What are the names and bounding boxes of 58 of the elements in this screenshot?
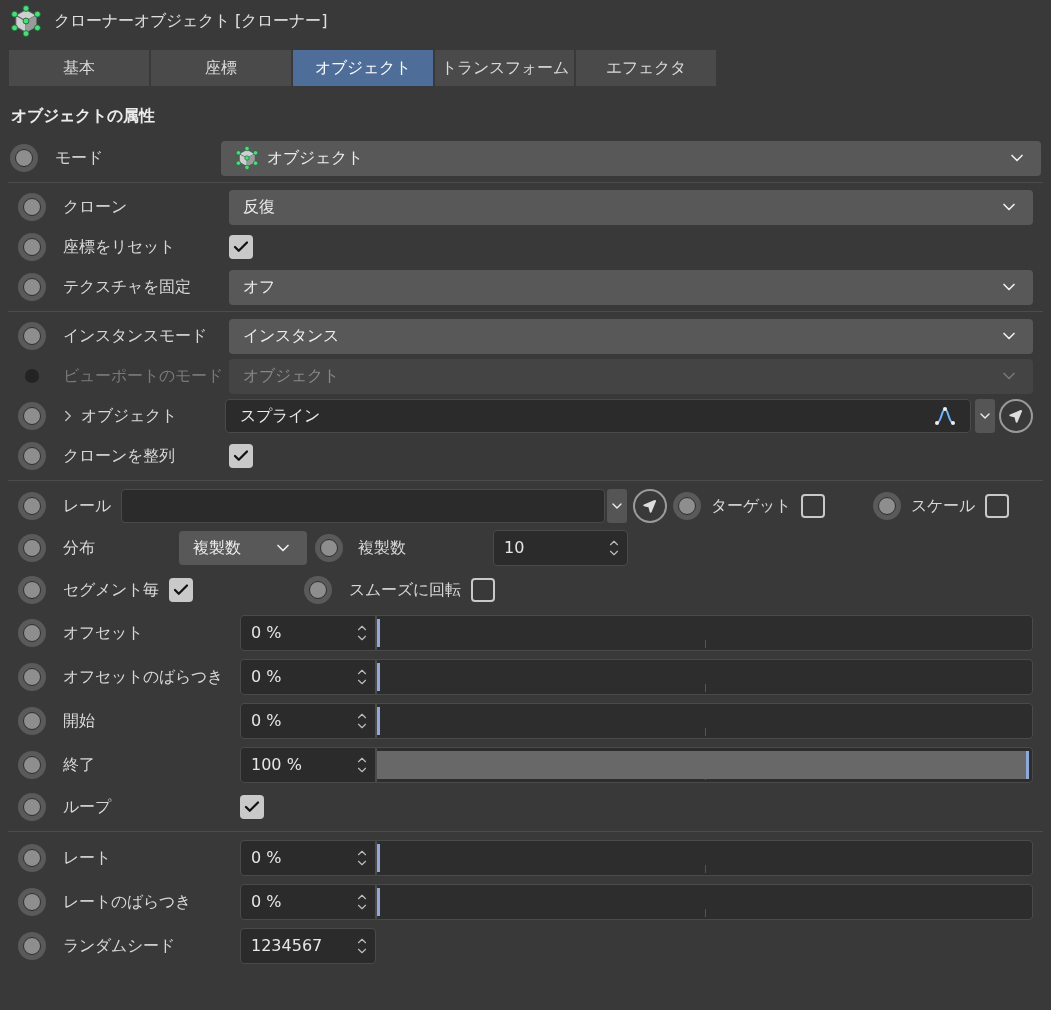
number-field[interactable]: 0 % bbox=[240, 703, 376, 739]
dropdown[interactable]: オフ bbox=[229, 269, 1033, 305]
field-label: オフセットのばらつき bbox=[63, 666, 224, 688]
field-label: オフセット bbox=[63, 622, 144, 644]
tab[interactable]: オブジェクト bbox=[293, 50, 433, 86]
field-label: レートのばらつき bbox=[63, 891, 192, 913]
window-title: クローナーオブジェクト [クローナー] bbox=[54, 10, 328, 32]
field-label: 座標をリセット bbox=[63, 236, 176, 258]
dropdown-caret-button[interactable] bbox=[607, 489, 627, 523]
number-field[interactable]: 0 % bbox=[240, 659, 376, 695]
cloner-cube-icon bbox=[10, 5, 42, 37]
field-label: モード bbox=[55, 147, 104, 169]
field-label: スケール bbox=[911, 495, 975, 517]
field-label: 開始 bbox=[63, 710, 96, 732]
number-field[interactable]: 10 bbox=[493, 530, 628, 566]
field-label: ループ bbox=[63, 796, 113, 818]
cloner-cube-icon bbox=[235, 146, 259, 170]
dropdown[interactable]: インスタンス bbox=[229, 318, 1033, 354]
field-label: 分布 bbox=[63, 537, 96, 559]
object-link-field[interactable] bbox=[121, 489, 605, 523]
checkbox[interactable] bbox=[985, 494, 1009, 518]
field-label: クローンを整列 bbox=[63, 445, 176, 467]
pick-pointer-icon[interactable] bbox=[633, 489, 667, 523]
checkbox[interactable] bbox=[801, 494, 825, 518]
field-label: スムーズに回転 bbox=[349, 579, 461, 601]
dropdown[interactable]: オブジェクト bbox=[221, 140, 1041, 176]
number-field[interactable]: 1234567 bbox=[240, 928, 376, 964]
checkbox[interactable] bbox=[229, 444, 253, 468]
number-field[interactable]: 0 % bbox=[240, 840, 376, 876]
number-field[interactable]: 100 % bbox=[240, 747, 376, 783]
section-heading: オブジェクトの属性 bbox=[10, 105, 156, 127]
tab[interactable]: 基本 bbox=[9, 50, 149, 86]
number-field[interactable]: 0 % bbox=[240, 884, 376, 920]
checkbox[interactable] bbox=[240, 795, 264, 819]
field-label: レール bbox=[63, 495, 111, 517]
tab[interactable]: エフェクタ bbox=[576, 50, 716, 86]
pick-pointer-icon[interactable] bbox=[999, 399, 1033, 433]
field-label: 終了 bbox=[63, 754, 96, 776]
field-label: インスタンスモード bbox=[63, 325, 208, 347]
field-label: レート bbox=[63, 847, 112, 869]
checkbox[interactable] bbox=[169, 578, 193, 602]
dropdown[interactable]: 反復 bbox=[229, 189, 1033, 225]
field-label: ビューポートのモード bbox=[63, 365, 221, 387]
tab[interactable]: 座標 bbox=[151, 50, 291, 86]
number-field[interactable]: 0 % bbox=[240, 615, 376, 651]
field-label: クローン bbox=[63, 196, 128, 218]
spline-icon bbox=[934, 405, 956, 427]
field-label: セグメント毎 bbox=[63, 579, 159, 601]
field-label: テクスチャを固定 bbox=[63, 276, 192, 298]
field-label: オブジェクト bbox=[81, 405, 177, 427]
object-link-field[interactable]: スプライン bbox=[225, 399, 971, 433]
checkbox[interactable] bbox=[229, 235, 253, 259]
field-label: 複製数 bbox=[358, 537, 407, 559]
checkbox[interactable] bbox=[471, 578, 495, 602]
field-label: ターゲット bbox=[711, 495, 791, 517]
dropdown[interactable]: 複製数 bbox=[179, 531, 307, 565]
tab[interactable]: トランスフォーム bbox=[435, 50, 574, 86]
field-label: ランダムシード bbox=[63, 935, 176, 957]
